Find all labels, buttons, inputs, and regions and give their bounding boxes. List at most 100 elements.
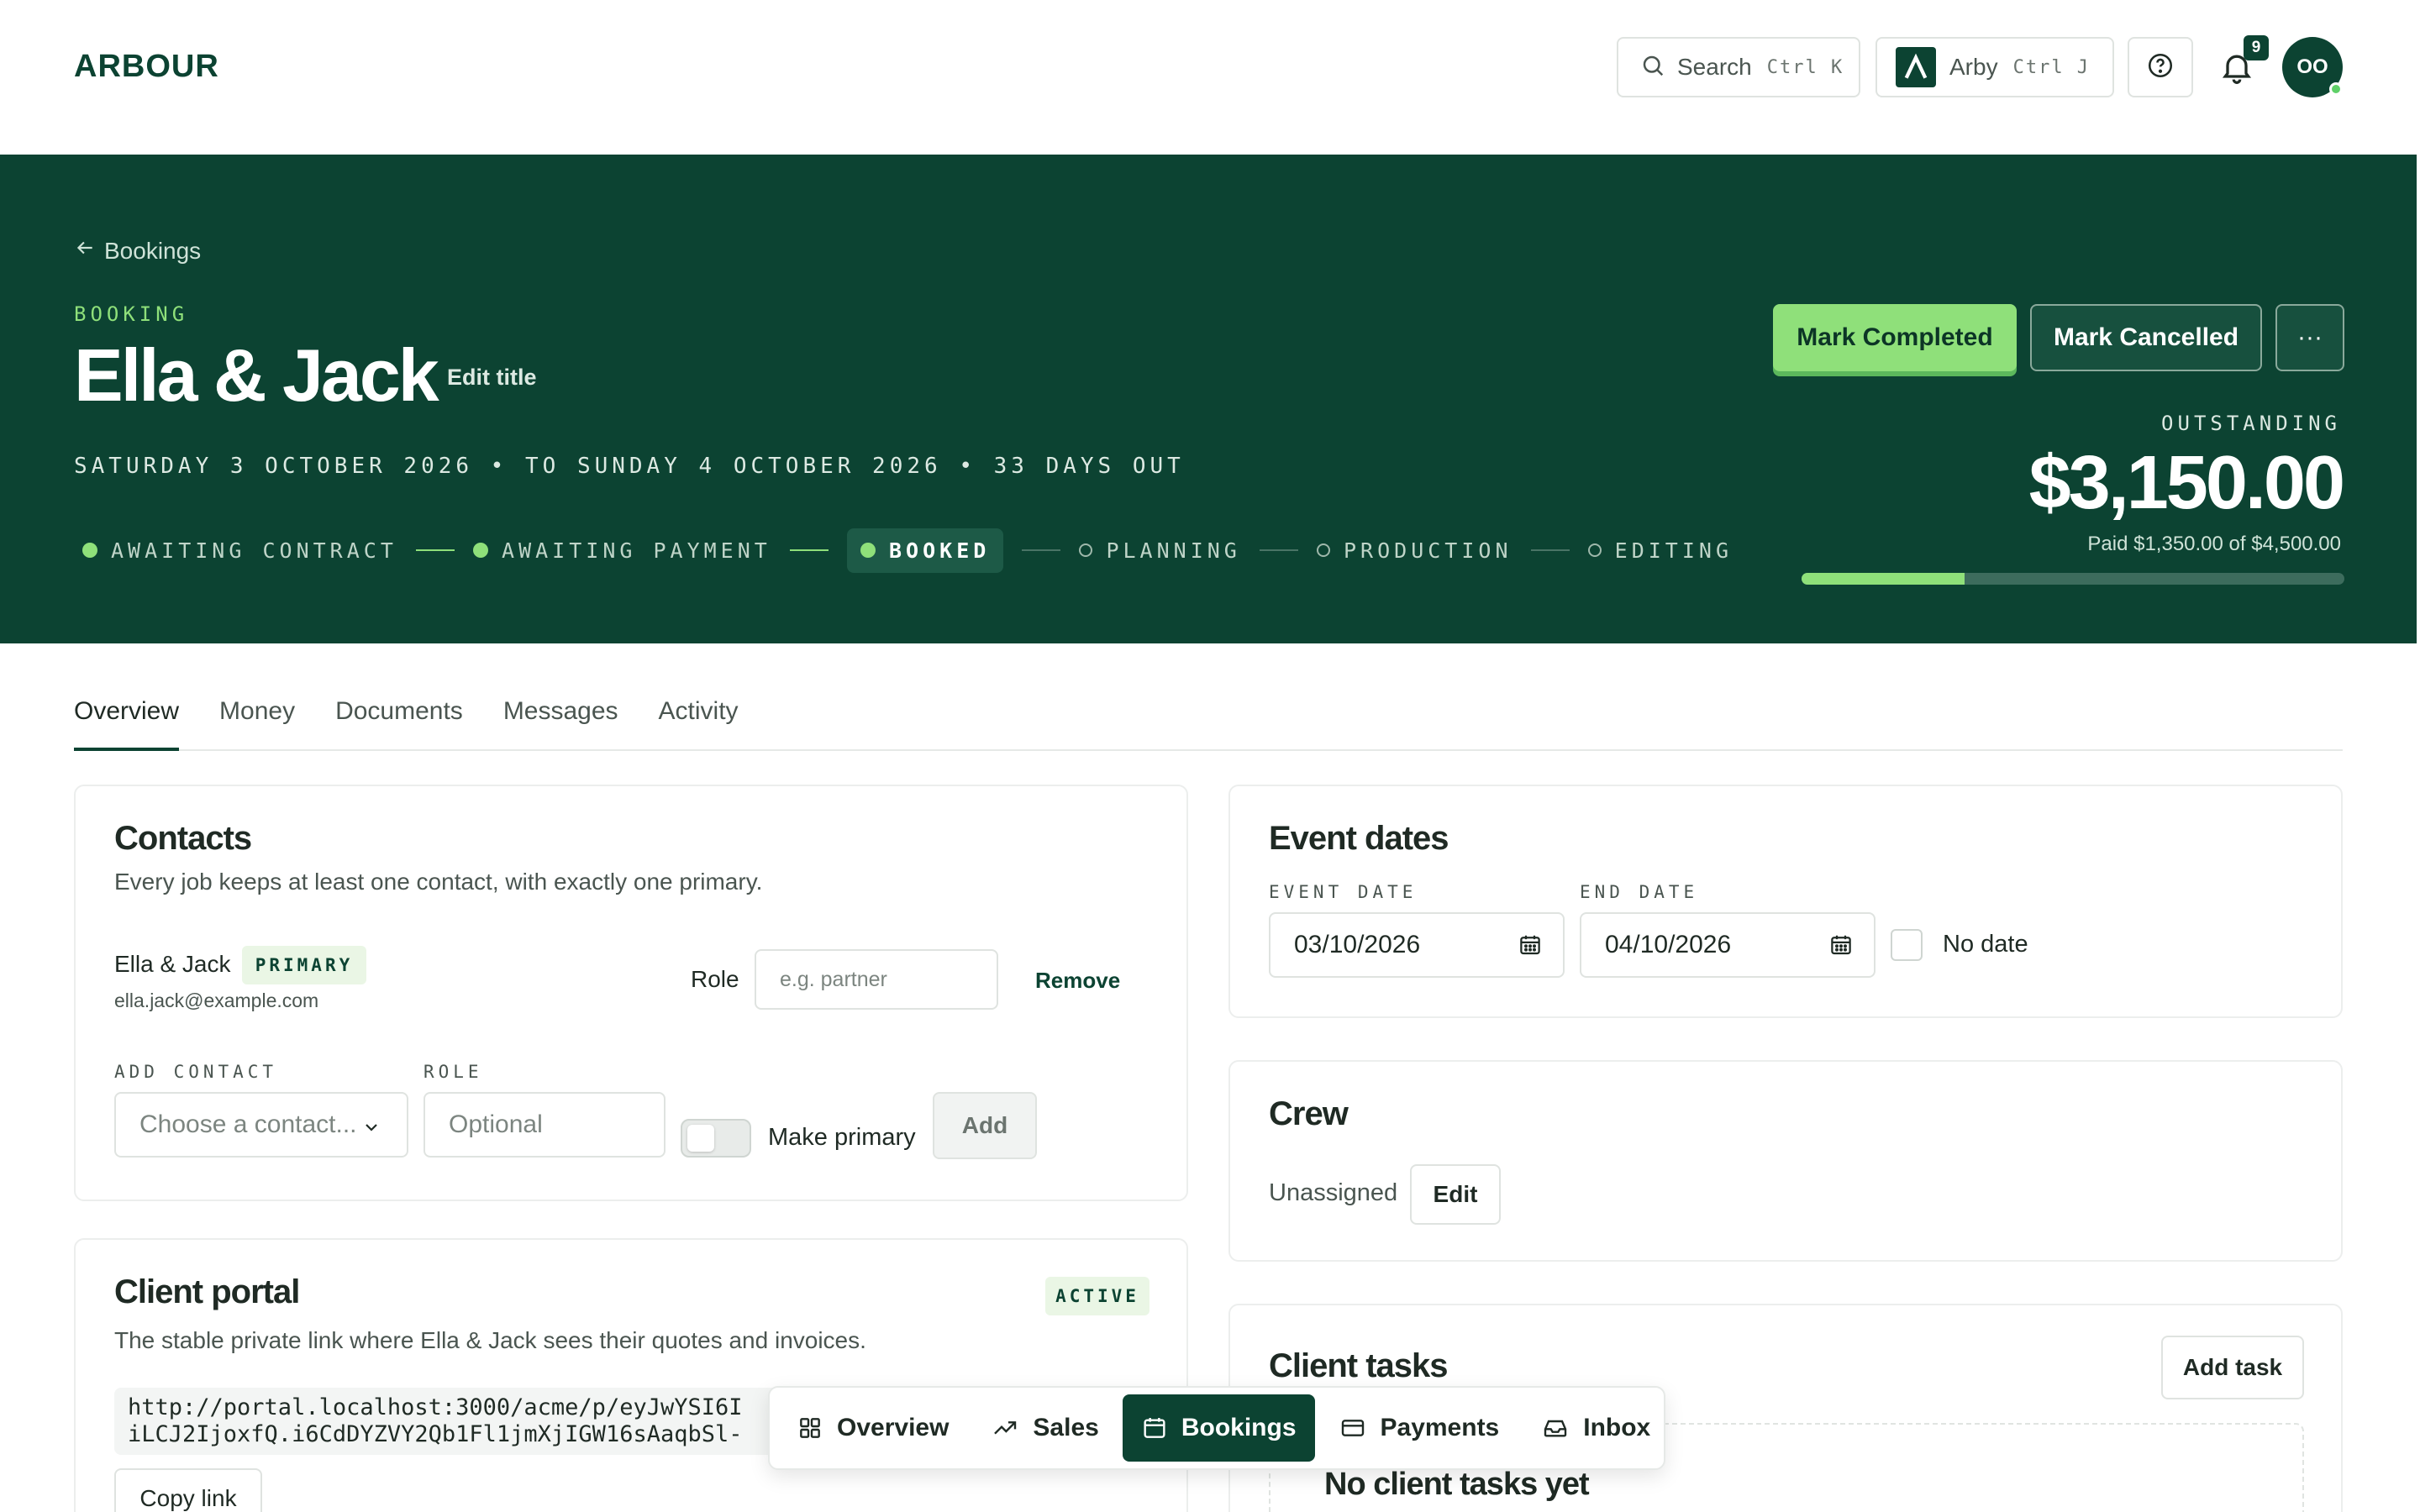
stage-label: AWAITING CONTRACT: [111, 538, 397, 563]
portal-link-line-1: http://portal.localhost:3000/acme/p/eyJw…: [128, 1394, 743, 1420]
end-date-value: 04/10/2026: [1605, 931, 1732, 958]
nav-item-bookings[interactable]: Bookings: [1122, 1394, 1315, 1462]
grid-icon: [797, 1415, 823, 1441]
event-dates-title: Event dates: [1269, 820, 1449, 857]
event-dates-card: Event dates EVENT DATE END DATE 03/10/20…: [1228, 785, 2343, 1018]
end-date-input[interactable]: 04/10/2026: [1580, 912, 1876, 978]
add-task-button[interactable]: Add task: [2161, 1336, 2304, 1399]
contact-select-value: Choose a contact...: [139, 1110, 357, 1138]
role-input[interactable]: e.g. partner: [755, 949, 998, 1010]
edit-title-button[interactable]: Edit title: [447, 365, 537, 391]
edit-crew-button[interactable]: Edit: [1410, 1164, 1501, 1225]
client-portal-subtitle: The stable private link where Ella & Jac…: [114, 1327, 866, 1353]
nav-item-label: Sales: [1033, 1414, 1099, 1441]
add-contact-label: ADD CONTACT: [114, 1062, 278, 1082]
mark-completed-button[interactable]: Mark Completed: [1773, 304, 2017, 371]
crew-card: Crew Unassigned Edit: [1228, 1060, 2343, 1262]
stage-progress: AWAITING CONTRACT AWAITING PAYMENT BOOKED P…: [82, 528, 1733, 573]
stage-awaiting-contract[interactable]: AWAITING CONTRACT: [82, 538, 397, 563]
stage-dot-icon: [473, 543, 489, 558]
back-link-label: Bookings: [104, 237, 202, 264]
tab-activity[interactable]: Activity: [659, 692, 739, 751]
add-contact-button[interactable]: Add: [933, 1092, 1037, 1159]
stage-booked[interactable]: BOOKED: [846, 528, 1004, 573]
copy-link-button[interactable]: Copy link: [114, 1468, 262, 1512]
tab-money[interactable]: Money: [219, 692, 295, 751]
nav-item-label: Bookings: [1181, 1414, 1297, 1441]
contacts-subtitle: Every job keeps at least one contact, wi…: [114, 869, 763, 895]
toggle-knob: [687, 1125, 714, 1152]
end-date-label: END DATE: [1580, 882, 1699, 902]
contacts-card: Contacts Every job keeps at least one co…: [74, 785, 1188, 1201]
remove-contact-button[interactable]: Remove: [1035, 968, 1120, 994]
assistant-label: Arby: [1949, 54, 1998, 80]
tab-messages[interactable]: Messages: [503, 692, 618, 751]
stage-label: PRODUCTION: [1344, 538, 1512, 563]
event-date-input[interactable]: 03/10/2026: [1269, 912, 1565, 978]
chevron-down-icon: [361, 1116, 381, 1144]
search-shortcut: Ctrl K: [1766, 56, 1844, 78]
crew-status: Unassigned: [1269, 1179, 1398, 1206]
stage-connector: [415, 549, 455, 551]
back-link[interactable]: Bookings: [74, 237, 201, 265]
more-options-button[interactable]: ···: [2275, 304, 2344, 371]
stage-editing[interactable]: EDITING: [1587, 538, 1733, 563]
stage-connector: [789, 549, 829, 551]
card-icon: [1339, 1415, 1367, 1441]
contacts-title: Contacts: [114, 820, 252, 857]
help-icon: [2146, 51, 2175, 84]
stage-dot-icon: [82, 543, 97, 558]
crew-title: Crew: [1269, 1095, 1349, 1132]
calendar-icon[interactable]: [1518, 932, 1543, 964]
portal-link-box[interactable]: http://portal.localhost:3000/acme/p/eyJw…: [114, 1388, 871, 1455]
nav-item-label: Payments: [1380, 1414, 1500, 1441]
arby-logo-icon: [1896, 47, 1936, 87]
stage-label: PLANNING: [1106, 538, 1241, 563]
stage-dot-icon: [860, 543, 876, 558]
make-primary-toggle[interactable]: [681, 1119, 751, 1158]
search-icon: [1640, 53, 1665, 82]
stage-awaiting-payment[interactable]: AWAITING PAYMENT: [473, 538, 771, 563]
app-logo[interactable]: ARBOUR: [74, 49, 219, 85]
stage-connector: [1530, 549, 1570, 551]
paid-summary: Paid $1,350.00 of $4,500.00: [2087, 533, 2341, 555]
date-summary: SATURDAY 3 OCTOBER 2026 • TO SUNDAY 4 OC…: [74, 454, 1185, 479]
inbox-icon: [1541, 1415, 1570, 1441]
contact-email: ella.jack@example.com: [114, 990, 319, 1011]
nav-item-label: Inbox: [1583, 1414, 1651, 1441]
calendar-icon[interactable]: [1828, 932, 1854, 964]
no-date-checkbox[interactable]: [1891, 929, 1923, 961]
role-field-label: ROLE: [424, 1062, 483, 1082]
mark-cancelled-button[interactable]: Mark Cancelled: [2030, 304, 2262, 371]
contact-select[interactable]: Choose a contact...: [114, 1092, 408, 1158]
stage-dot-icon: [1079, 543, 1093, 557]
floating-nav: Overview Sales Bookings Payments Inbox: [768, 1386, 1665, 1470]
contact-name: Ella & Jack: [114, 951, 231, 977]
nav-item-inbox[interactable]: Inbox: [1523, 1394, 1669, 1462]
notification-badge: 9: [2244, 35, 2269, 60]
client-portal-card: Client portal ACTIVE The stable private …: [74, 1238, 1188, 1512]
stage-connector: [1022, 549, 1061, 551]
search-label: Search: [1677, 54, 1752, 80]
help-button[interactable]: [2128, 37, 2193, 97]
page-kicker: BOOKING: [74, 302, 189, 326]
search-button[interactable]: Search Ctrl K: [1617, 37, 1860, 97]
event-date-value: 03/10/2026: [1294, 931, 1421, 958]
stage-label: BOOKED: [888, 538, 991, 563]
assistant-button[interactable]: Arby Ctrl J: [1876, 37, 2114, 97]
nav-item-sales[interactable]: Sales: [972, 1394, 1117, 1462]
tab-overview[interactable]: Overview: [74, 692, 180, 751]
stage-production[interactable]: PRODUCTION: [1317, 538, 1512, 563]
stage-dot-icon: [1317, 543, 1330, 557]
stage-dot-icon: [1587, 543, 1602, 557]
stage-planning[interactable]: PLANNING: [1079, 538, 1240, 563]
tab-documents[interactable]: Documents: [335, 692, 463, 751]
nav-item-overview[interactable]: Overview: [778, 1394, 967, 1462]
client-tasks-title: Client tasks: [1269, 1347, 1449, 1384]
stage-label: EDITING: [1614, 538, 1733, 563]
nav-item-payments[interactable]: Payments: [1320, 1394, 1518, 1462]
calendar-icon: [1141, 1415, 1168, 1441]
new-role-input[interactable]: Optional: [424, 1092, 666, 1158]
portal-status-badge: ACTIVE: [1045, 1277, 1150, 1315]
booking-header: Bookings BOOKING Ella & Jack Edit title …: [0, 155, 2417, 643]
